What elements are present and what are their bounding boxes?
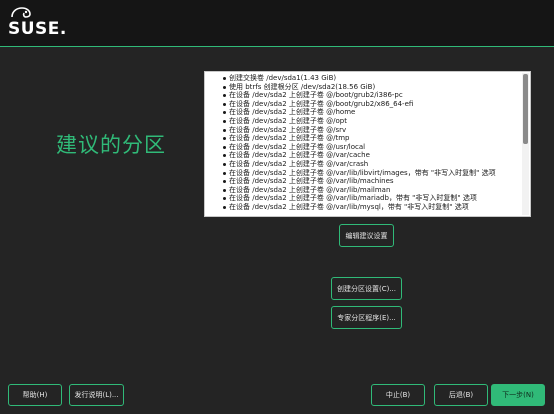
summary-item: 在设备 /dev/sda2 上创建子卷 @/var/lib/mysql，带有 "… — [223, 203, 530, 212]
partition-proposal-summary[interactable]: 创建交换卷 /dev/sda1(1.43 GiB) 使用 btrfs 创建根分区 … — [204, 71, 531, 217]
expert-partitioner-button[interactable]: 专家分区程序(E)... — [331, 306, 402, 329]
edit-proposal-settings-button[interactable]: 编辑建议设置 — [339, 224, 394, 247]
summary-item: 在设备 /dev/sda2 上创建子卷 @/tmp — [223, 134, 530, 143]
summary-item: 在设备 /dev/sda2 上创建子卷 @/var/lib/mariadb，带有… — [223, 194, 530, 203]
summary-item: 在设备 /dev/sda2 上创建子卷 @/var/lib/machines — [223, 177, 530, 186]
summary-list: 创建交换卷 /dev/sda1(1.43 GiB) 使用 btrfs 创建根分区 … — [205, 72, 530, 212]
summary-item: 在设备 /dev/sda2 上创建子卷 @/home — [223, 108, 530, 117]
back-button[interactable]: 后退(B) — [434, 384, 488, 406]
release-notes-button[interactable]: 发行说明(L)... — [69, 384, 124, 406]
next-button[interactable]: 下一步(N) — [491, 384, 545, 406]
guided-setup-button[interactable]: 创建分区设置(C)... — [331, 277, 402, 300]
summary-item: 在设备 /dev/sda2 上创建子卷 @/boot/grub2/i386-pc — [223, 91, 530, 100]
summary-item: 在设备 /dev/sda2 上创建子卷 @/opt — [223, 117, 530, 126]
vertical-scrollbar[interactable] — [522, 73, 529, 215]
suse-logo: SUSE. — [8, 7, 68, 41]
summary-item: 在设备 /dev/sda2 上创建子卷 @/var/cache — [223, 151, 530, 160]
chameleon-icon — [11, 7, 31, 18]
top-bar: SUSE. — [0, 0, 554, 47]
help-button[interactable]: 帮助(H) — [8, 384, 62, 406]
abort-button[interactable]: 中止(B) — [371, 384, 425, 406]
scrollbar-thumb[interactable] — [523, 74, 528, 144]
summary-item: 在设备 /dev/sda2 上创建子卷 @/var/crash — [223, 160, 530, 169]
summary-item: 创建交换卷 /dev/sda1(1.43 GiB) — [223, 74, 530, 83]
logo-text: SUSE. — [8, 19, 67, 39]
page-title: 建议的分区 — [56, 133, 166, 157]
summary-item: 在设备 /dev/sda2 上创建子卷 @/var/lib/libvirt/im… — [223, 169, 530, 178]
summary-item: 在设备 /dev/sda2 上创建子卷 @/srv — [223, 126, 530, 135]
summary-item: 使用 btrfs 创建根分区 /dev/sda2(18.56 GiB) — [223, 83, 530, 92]
